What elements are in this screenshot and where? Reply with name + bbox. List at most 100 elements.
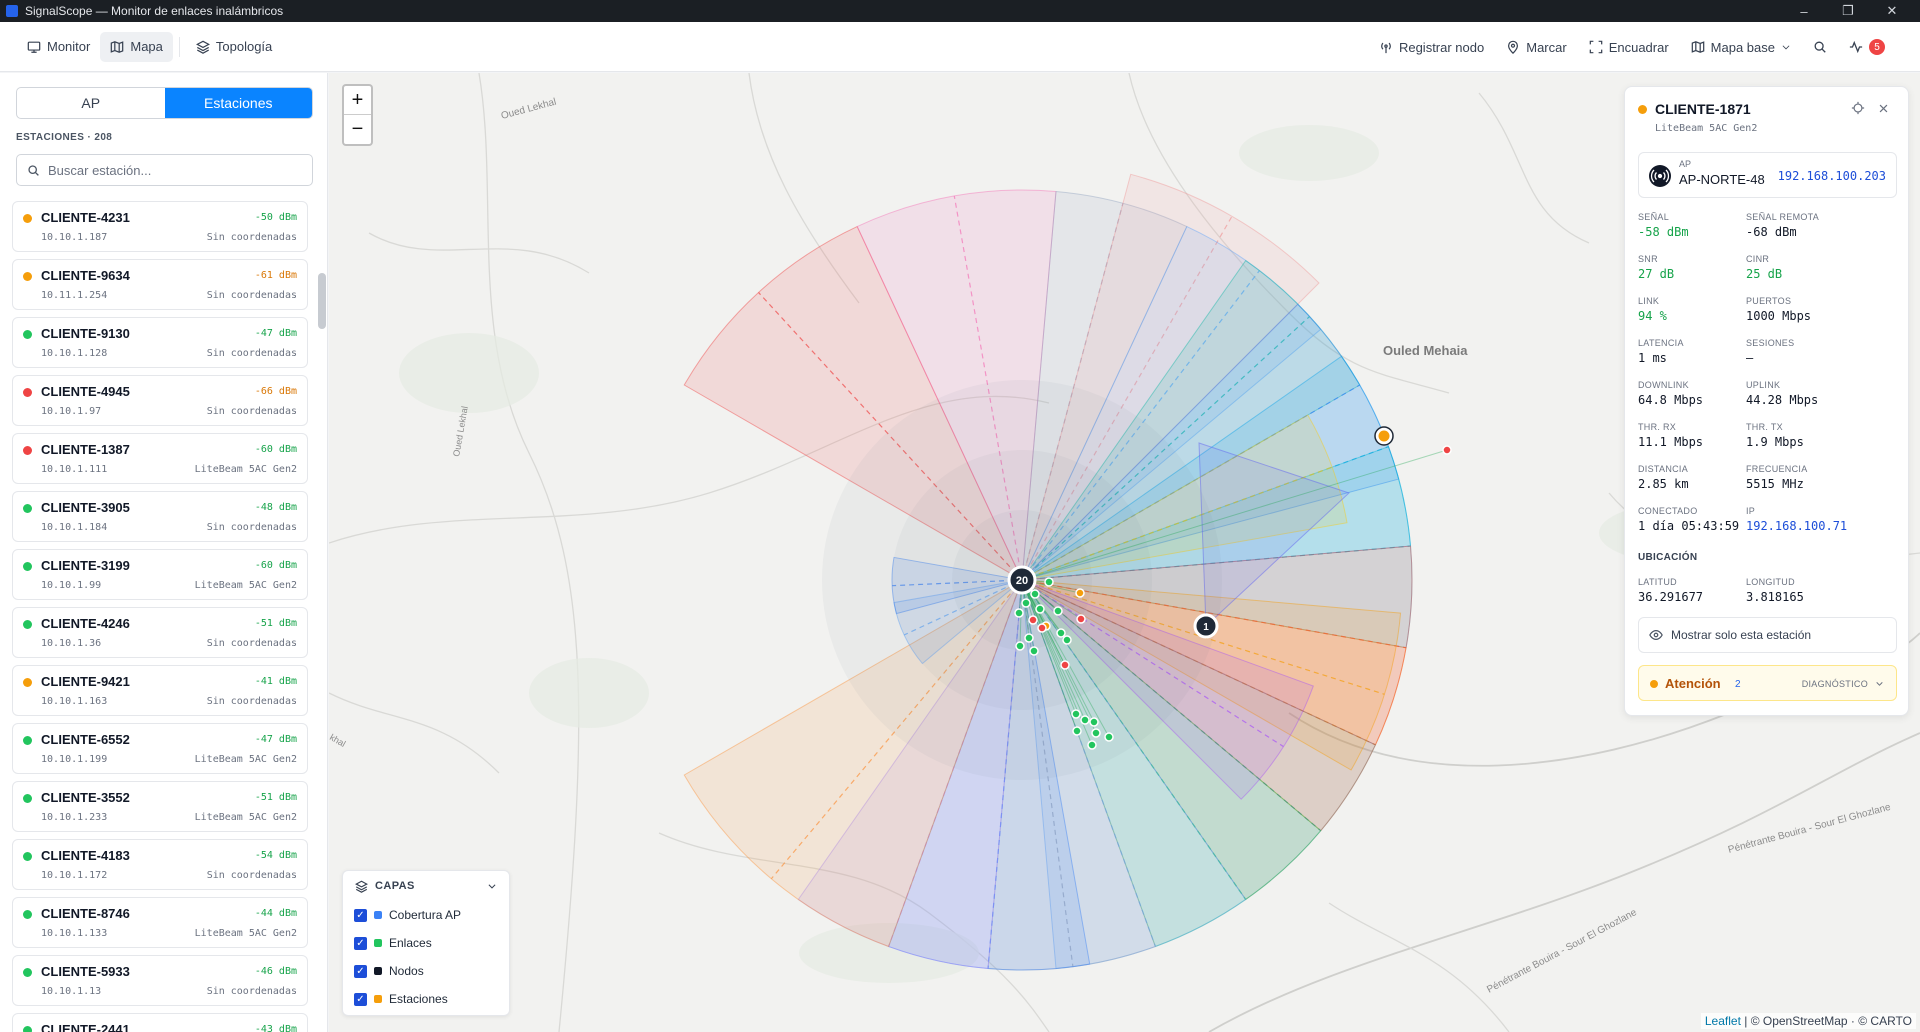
status-dot — [23, 852, 32, 861]
station-list-item[interactable]: CLIENTE-9421 10.10.1.163 -41 dBm Sin coorde… — [12, 665, 308, 716]
station-list: CLIENTE-4231 10.10.1.187 -50 dBm Sin coorde… — [12, 201, 308, 1032]
ap-info-card[interactable]: AP AP-NORTE-48 192.168.100.203 — [1638, 152, 1897, 198]
station-list-item[interactable]: CLIENTE-4231 10.10.1.187 -50 dBm Sin coorde… — [12, 201, 308, 252]
alerts-button[interactable]: 5 — [1840, 32, 1894, 62]
station-marker[interactable] — [1075, 588, 1085, 598]
metric-label: SESIONES — [1746, 338, 1795, 348]
station-marker[interactable] — [1044, 577, 1054, 587]
station-marker[interactable] — [1037, 623, 1047, 633]
close-icon[interactable] — [1878, 103, 1889, 114]
show-only-station-button[interactable]: Mostrar solo esta estación — [1638, 617, 1897, 653]
station-marker[interactable] — [1089, 717, 1099, 727]
station-marker[interactable] — [1024, 633, 1034, 643]
station-list-item[interactable]: CLIENTE-2441 -43 dBm — [12, 1013, 308, 1032]
checkbox[interactable]: ✓ — [354, 936, 367, 950]
station-list-item[interactable]: CLIENTE-5933 10.10.1.13 -46 dBm Sin coorden… — [12, 955, 308, 1006]
station-marker[interactable] — [1072, 726, 1082, 736]
checkbox[interactable]: ✓ — [354, 964, 367, 978]
checkbox[interactable]: ✓ — [354, 908, 367, 922]
station-marker[interactable] — [1091, 728, 1101, 738]
station-marker[interactable] — [1080, 715, 1090, 725]
station-marker[interactable] — [1035, 604, 1045, 614]
attention-diagnostic[interactable]: Atención 2 DIAGNÓSTICO — [1638, 665, 1897, 701]
metric-value: 44.28 Mbps — [1746, 393, 1819, 407]
station-list-item[interactable]: CLIENTE-3905 10.10.1.184 -48 dBm Sin coorde… — [12, 491, 308, 542]
fit-button[interactable]: Encuadrar — [1580, 32, 1678, 62]
tab-monitor[interactable]: Monitor — [17, 32, 100, 62]
station-name: CLIENTE-9634 — [41, 268, 130, 283]
station-marker[interactable] — [1030, 589, 1040, 599]
station-marker[interactable] — [1029, 646, 1039, 656]
mark-button[interactable]: Marcar — [1497, 32, 1575, 62]
ap-cluster-1[interactable]: 1 — [1193, 613, 1219, 639]
layer-toggle[interactable]: ✓ Cobertura AP — [343, 901, 509, 929]
checkbox[interactable]: ✓ — [354, 992, 367, 1006]
station-signal: -51 dBm — [254, 792, 297, 803]
station-search-input[interactable] — [48, 162, 298, 178]
maximize-button[interactable]: ❐ — [1826, 0, 1870, 22]
tab-topologia[interactable]: Topología — [186, 32, 282, 62]
station-marker[interactable] — [1062, 635, 1072, 645]
station-marker[interactable] — [1021, 598, 1031, 608]
place-label: Ouled Mehaia — [1383, 343, 1468, 358]
station-list-item[interactable]: CLIENTE-1387 10.10.1.111 -60 dBm LiteBeam 5… — [12, 433, 308, 484]
selected-station-marker[interactable] — [1374, 426, 1394, 446]
layer-toggle[interactable]: ✓ Enlaces — [343, 929, 509, 957]
close-window-button[interactable]: ✕ — [1870, 0, 1914, 22]
leaflet-link[interactable]: Leaflet — [1705, 1014, 1741, 1028]
search-button[interactable] — [1804, 32, 1836, 62]
zoom-out-button[interactable]: − — [344, 115, 371, 144]
station-signal: -60 dBm — [254, 444, 297, 455]
sidebar-scrollbar[interactable] — [318, 273, 326, 329]
station-marker[interactable] — [1442, 445, 1452, 455]
station-list-item[interactable]: CLIENTE-3552 10.10.1.233 -51 dBm LiteBeam 5… — [12, 781, 308, 832]
register-node-label: Registrar nodo — [1398, 39, 1485, 55]
station-ip: 10.10.1.97 — [41, 406, 102, 417]
layers-icon — [195, 40, 210, 54]
layer-toggle[interactable]: ✓ Nodos — [343, 957, 509, 985]
station-marker[interactable] — [1104, 732, 1114, 742]
register-node-button[interactable]: Registrar nodo — [1370, 32, 1493, 62]
layer-swatch — [374, 939, 382, 947]
station-marker[interactable] — [1071, 709, 1081, 719]
segment-stations[interactable]: Estaciones — [164, 88, 312, 118]
chevron-down-icon — [488, 884, 496, 889]
ap-cluster-20[interactable]: 20 — [1007, 565, 1037, 595]
station-list-item[interactable]: CLIENTE-8746 10.10.1.133 -44 dBm LiteBeam 5… — [12, 897, 308, 948]
station-list-item[interactable]: CLIENTE-6552 10.10.1.199 -47 dBm LiteBeam 5… — [12, 723, 308, 774]
station-list-item[interactable]: CLIENTE-3199 10.10.1.99 -60 dBm LiteBeam 5A… — [12, 549, 308, 600]
station-name: CLIENTE-4246 — [41, 616, 130, 631]
station-title: CLIENTE-1871 — [1655, 101, 1751, 117]
status-dot — [23, 794, 32, 803]
station-list-item[interactable]: CLIENTE-9130 10.10.1.128 -47 dBm Sin coorde… — [12, 317, 308, 368]
station-list-item[interactable]: CLIENTE-4246 10.10.1.36 -51 dBm Sin coorden… — [12, 607, 308, 658]
layer-toggle[interactable]: ✓ Estaciones — [343, 985, 509, 1013]
minimize-button[interactable]: – — [1782, 0, 1826, 22]
locate-icon[interactable] — [1851, 101, 1865, 115]
station-list-item[interactable]: CLIENTE-4945 10.10.1.97 -66 dBm Sin coorden… — [12, 375, 308, 426]
layers-panel: CAPAS ✓ Cobertura AP ✓ Enlaces ✓ Nodos ✓ Estaci… — [342, 870, 510, 1016]
station-list-item[interactable]: CLIENTE-9634 10.11.1.254 -61 dBm Sin coorde… — [12, 259, 308, 310]
station-marker[interactable] — [1014, 608, 1024, 618]
attention-count: 2 — [1735, 679, 1741, 690]
search-icon — [1814, 41, 1826, 53]
tab-mapa[interactable]: Mapa — [100, 31, 173, 62]
layers-icon — [355, 880, 368, 893]
station-marker[interactable] — [1087, 740, 1097, 750]
status-dot — [23, 736, 32, 745]
segment-ap[interactable]: AP — [17, 88, 165, 118]
station-marker[interactable] — [1056, 628, 1066, 638]
station-marker[interactable] — [1060, 660, 1070, 670]
station-list-item[interactable]: CLIENTE-4183 10.10.1.172 -54 dBm Sin coorde… — [12, 839, 308, 890]
activity-icon — [1849, 40, 1863, 54]
layer-label: Nodos — [389, 964, 424, 978]
station-marker[interactable] — [1053, 606, 1063, 616]
basemap-dropdown[interactable]: Mapa base — [1682, 32, 1800, 62]
station-marker[interactable] — [1076, 614, 1086, 624]
layers-header[interactable]: CAPAS — [343, 871, 509, 901]
ap-ip[interactable]: 192.168.100.203 — [1778, 169, 1886, 183]
station-marker[interactable] — [1028, 615, 1038, 625]
location-field: LONGITUD 3.818165 — [1746, 577, 1876, 604]
zoom-in-button[interactable]: + — [344, 86, 371, 115]
station-marker[interactable] — [1015, 641, 1025, 651]
